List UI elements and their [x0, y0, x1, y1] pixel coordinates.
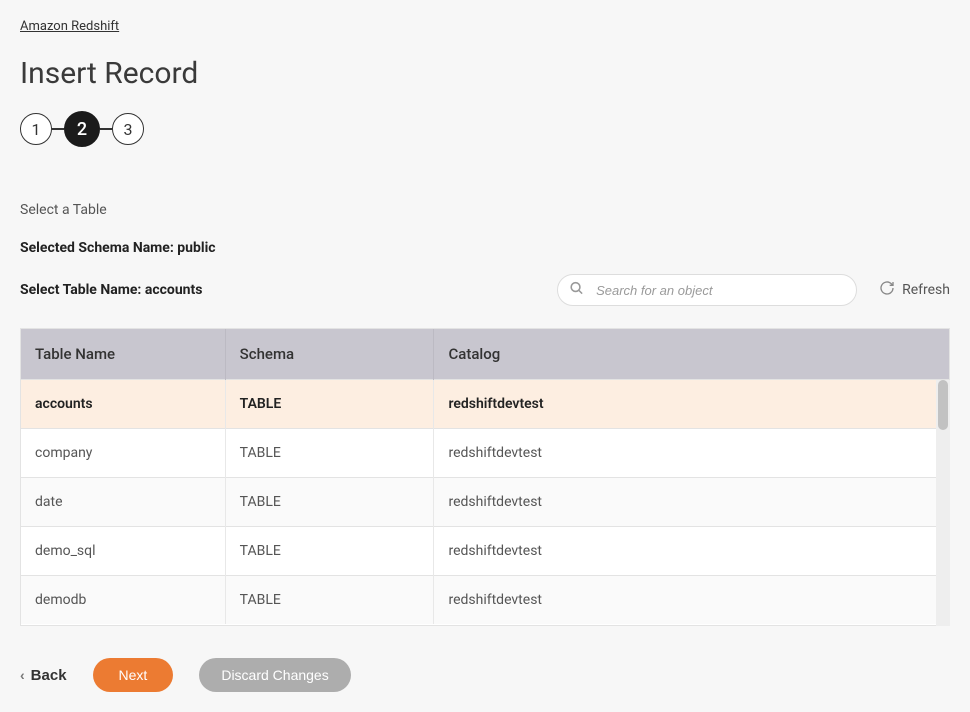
next-button[interactable]: Next — [93, 658, 174, 692]
col-header-name[interactable]: Table Name — [21, 329, 225, 380]
breadcrumb-link[interactable]: Amazon Redshift — [20, 19, 119, 34]
cell-schema: TABLE — [225, 527, 434, 576]
scrollbar-thumb[interactable] — [938, 380, 948, 430]
refresh-button[interactable]: Refresh — [879, 280, 950, 300]
search-icon — [569, 281, 584, 300]
table-row[interactable]: demodb TABLE redshiftdevtest — [21, 576, 949, 625]
scrollbar-track[interactable] — [936, 380, 950, 626]
search-input[interactable] — [557, 274, 857, 306]
step-3[interactable]: 3 — [112, 113, 144, 145]
cell-name: company — [21, 429, 225, 478]
cell-schema: TABLE — [225, 429, 434, 478]
cell-catalog: redshiftdevtest — [434, 429, 949, 478]
stepper: 1 2 3 — [20, 111, 950, 147]
tables-list: Table Name Schema Catalog accounts TABLE… — [21, 329, 949, 624]
refresh-label: Refresh — [902, 282, 950, 298]
chevron-left-icon: ‹ — [20, 667, 25, 683]
refresh-icon — [879, 280, 895, 300]
search-field-container — [557, 274, 857, 306]
cell-schema: TABLE — [225, 576, 434, 625]
table-row[interactable]: company TABLE redshiftdevtest — [21, 429, 949, 478]
step-connector — [52, 128, 64, 130]
cell-schema: TABLE — [225, 380, 434, 429]
col-header-catalog[interactable]: Catalog — [434, 329, 949, 380]
section-label: Select a Table — [20, 202, 950, 218]
table-row[interactable]: date TABLE redshiftdevtest — [21, 478, 949, 527]
page-title: Insert Record — [20, 56, 950, 91]
cell-name: accounts — [21, 380, 225, 429]
cell-name: demodb — [21, 576, 225, 625]
cell-catalog: redshiftdevtest — [434, 576, 949, 625]
footer-actions: ‹ Back Next Discard Changes — [20, 658, 950, 692]
cell-catalog: redshiftdevtest — [434, 380, 949, 429]
cell-name: date — [21, 478, 225, 527]
selected-table-label: Select Table Name: accounts — [20, 282, 202, 298]
discard-button[interactable]: Discard Changes — [199, 658, 350, 692]
selected-schema-label: Selected Schema Name: public — [20, 240, 950, 256]
table-row[interactable]: accounts TABLE redshiftdevtest — [21, 380, 949, 429]
step-1[interactable]: 1 — [20, 113, 52, 145]
cell-name: demo_sql — [21, 527, 225, 576]
cell-catalog: redshiftdevtest — [434, 478, 949, 527]
step-2[interactable]: 2 — [64, 111, 100, 147]
table-row[interactable]: demo_sql TABLE redshiftdevtest — [21, 527, 949, 576]
cell-schema: TABLE — [225, 478, 434, 527]
back-button[interactable]: ‹ Back — [20, 667, 67, 684]
cell-catalog: redshiftdevtest — [434, 527, 949, 576]
back-label: Back — [31, 667, 67, 684]
table-container: Table Name Schema Catalog accounts TABLE… — [20, 328, 950, 626]
step-connector — [100, 128, 112, 130]
col-header-schema[interactable]: Schema — [225, 329, 434, 380]
